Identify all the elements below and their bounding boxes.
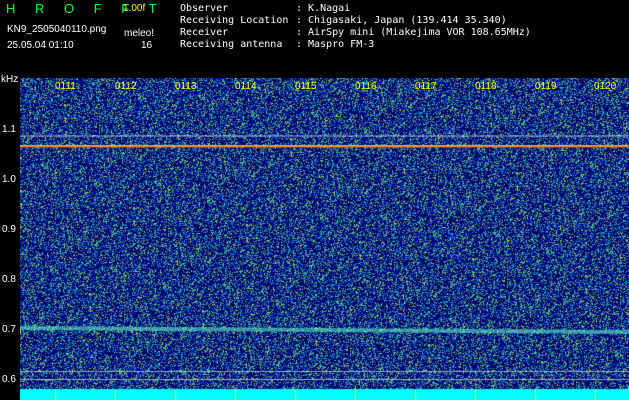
antenna-label: Receiving antenna — [180, 39, 283, 50]
time-tick-label: 0117 — [415, 81, 437, 92]
version-label: 1.00f — [123, 3, 146, 14]
receiver-value: : AirSpy mini (Miakejima VOR 108.65MHz) — [296, 27, 531, 38]
antenna-value: : Maspro FM-3 — [296, 39, 375, 50]
time-tick-label: 0120 — [594, 81, 617, 92]
observer-value: : K.Nagai — [296, 3, 351, 14]
time-tick-label: 0115 — [295, 81, 317, 92]
time-tick-label: 0112 — [115, 81, 137, 92]
time-tick-label: 0114 — [235, 81, 257, 92]
time-tick-label: 0111 — [55, 81, 76, 92]
freq-tick-label: 0.6 — [2, 374, 16, 385]
frequency-unit-label: kHz — [1, 74, 19, 85]
freq-tick-label: 0.7 — [2, 324, 16, 335]
time-tick-label: 0118 — [475, 81, 497, 92]
filename-label: KN9_2505040110.png — [7, 24, 107, 35]
datetime-label: 25.05.04 01:10 — [7, 40, 74, 51]
observer-label: Observer — [180, 3, 229, 14]
freq-tick-label: 0.9 — [2, 224, 16, 235]
time-tick-label: 0119 — [535, 81, 557, 92]
freq-tick-label: 0.8 — [2, 274, 16, 285]
hrofft-window: H R O F F T 1.00f KN9_2505040110.png mel… — [0, 0, 629, 400]
time-tick-label: 0116 — [355, 81, 377, 92]
freq-tick-label: 1.0 — [2, 174, 16, 185]
receiver-label: Receiver — [180, 27, 229, 38]
freq-tick-label: 1.1 — [2, 124, 16, 135]
location-label: Receiving Location — [180, 15, 289, 26]
spectrogram-canvas — [20, 78, 629, 400]
location-value: : Chigasaki, Japan (139.414 35.340) — [296, 15, 507, 26]
meleo-label: meleo! — [124, 28, 155, 39]
count-label: 16 — [141, 40, 153, 51]
time-tick-label: 0113 — [175, 81, 197, 92]
